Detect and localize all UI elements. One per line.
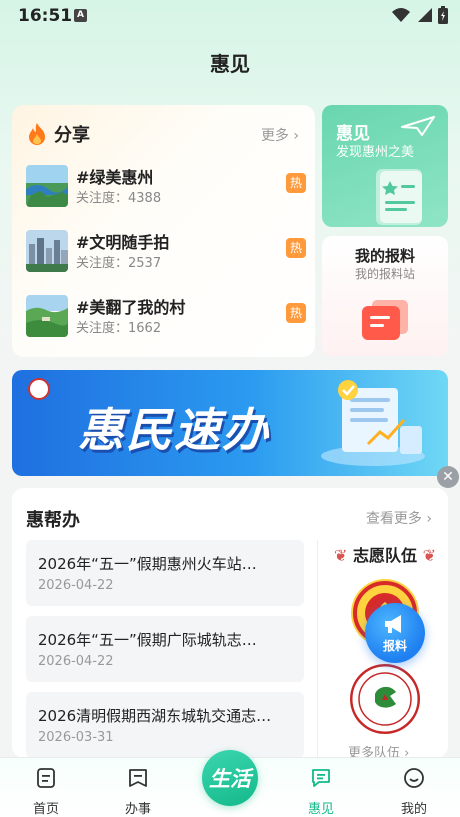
laurel-right-icon: ❦ (422, 546, 436, 565)
report-title: 我的报料 (354, 247, 415, 265)
volunteer-title: ❦ 志愿队伍 ❦ (330, 542, 440, 566)
chevron-right-icon: › (293, 128, 299, 144)
banner-text: 惠民速办 (78, 403, 270, 457)
nav-mine[interactable]: 我的 (384, 766, 444, 817)
nav-home-label: 首页 (32, 802, 59, 817)
share-header: 分享 (26, 121, 90, 147)
share-item-name: #绿美惠州 (76, 168, 154, 187)
share-item[interactable]: #美翻了我的村 关注度：1662 热 (26, 293, 306, 339)
hot-badge: 热 (286, 303, 306, 323)
share-thumbnail (26, 295, 68, 337)
share-thumbnail (26, 165, 68, 207)
news-date: 2026-03-31 (38, 730, 114, 745)
banner-logo (28, 378, 50, 400)
report-fab-button[interactable]: 报料 (365, 603, 425, 663)
report-fab-label: 报料 (382, 639, 407, 653)
share-thumbnail (26, 230, 68, 272)
home-icon (37, 768, 55, 788)
banner-hui-min-su-ban[interactable]: 惠民速办 (12, 370, 448, 476)
nav-huijian[interactable]: 惠见 (291, 766, 351, 817)
news-item[interactable]: 2026年“五一”假期广际城轨志… 2026-04-22 (26, 616, 304, 682)
notification-icon: A (74, 9, 87, 22)
share-more-link[interactable]: 更多 › (261, 125, 299, 145)
banner-illustration (321, 380, 425, 466)
banner-close-button[interactable]: ✕ (437, 466, 459, 488)
close-icon: ✕ (442, 469, 454, 485)
nav-huijian-label: 惠见 (307, 802, 334, 817)
report-subtitle: 我的报料站 (354, 267, 415, 281)
help-more-link[interactable]: 查看更多 › (366, 508, 432, 528)
battery-icon (438, 6, 448, 24)
megaphone-icon (385, 615, 401, 633)
news-title: 2026年“五一”假期广际城轨志… (38, 631, 257, 649)
share-item-name: #文明随手拍 (76, 233, 170, 252)
news-item[interactable]: 2026年“五一”假期惠州火车站… 2026-04-22 (26, 540, 304, 606)
news-date: 2026-04-22 (38, 654, 114, 669)
nav-life-button[interactable]: 生活 (202, 750, 258, 806)
share-more-label: 更多 (260, 128, 289, 144)
page-title: 惠见 (210, 52, 250, 76)
promo-subtitle: 发现惠州之美 (336, 145, 415, 160)
nav-home[interactable]: 首页 (16, 766, 76, 817)
nav-mine-label: 我的 (400, 802, 427, 817)
help-more-label: 查看更多 (365, 511, 422, 527)
share-item-stat: 关注度：2537 (76, 256, 162, 271)
laurel-left-icon: ❦ (334, 546, 348, 565)
paper-plane-icon (401, 116, 435, 136)
hot-badge: 热 (286, 173, 306, 193)
hot-badge: 热 (286, 238, 306, 258)
news-date: 2026-04-22 (38, 578, 114, 593)
share-title: 分享 (54, 125, 90, 146)
wifi-icon (392, 8, 410, 22)
share-item-name: #美翻了我的村 (76, 298, 186, 317)
status-time: 16:51 (18, 6, 73, 26)
fire-icon (29, 123, 45, 145)
status-bar: 16:51 A (0, 0, 460, 32)
volunteer-title-label: 志愿队伍 (352, 546, 417, 565)
nav-services[interactable]: 办事 (108, 766, 168, 817)
status-icons (392, 6, 448, 24)
share-item[interactable]: #文明随手拍 关注度：2537 热 (26, 228, 306, 274)
signal-icon (418, 8, 432, 22)
news-title: 2026年“五一”假期惠州火车站… (38, 555, 257, 573)
promo-card[interactable]: 惠见 发现惠州之美 (322, 105, 448, 227)
volunteer-team-logo[interactable] (350, 664, 420, 734)
chat-icon (312, 769, 330, 787)
share-item-stat: 关注度：4388 (76, 191, 162, 206)
report-doc-icon (362, 300, 408, 340)
help-title: 惠帮办 (26, 510, 80, 531)
smile-icon (404, 768, 424, 788)
nav-life-label: 生活 (209, 767, 251, 791)
bookmark-icon (129, 769, 147, 787)
share-item[interactable]: #绿美惠州 关注度：4388 热 (26, 163, 306, 209)
nav-services-label: 办事 (124, 802, 151, 817)
share-card: 分享 更多 › #绿美惠州 关注度：4388 热 #文明随手拍 关注度：2537… (12, 105, 315, 357)
my-report-card[interactable]: 我的报料 我的报料站 (322, 236, 448, 356)
document-star-icon (376, 169, 422, 225)
news-item[interactable]: 2026清明假期西湖东城轨交通志… 2026-03-31 (26, 692, 304, 758)
news-title: 2026清明假期西湖东城轨交通志… (38, 707, 272, 725)
divider (317, 540, 318, 758)
share-item-stat: 关注度：1662 (76, 321, 162, 336)
chevron-right-icon: › (426, 511, 432, 527)
